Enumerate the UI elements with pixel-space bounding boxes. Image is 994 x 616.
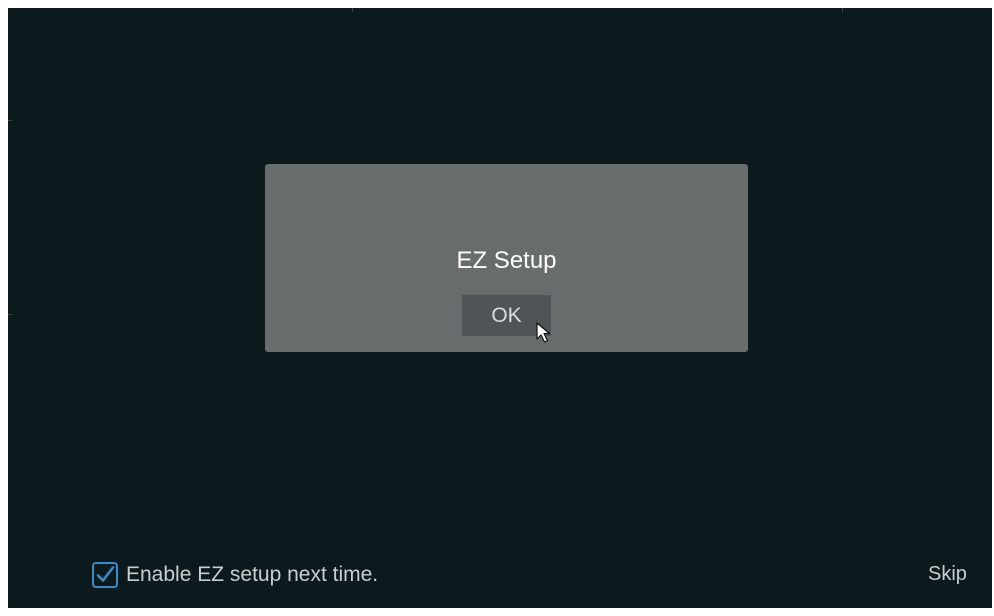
dialog-title: EZ Setup bbox=[456, 247, 557, 274]
skip-button[interactable]: Skip bbox=[928, 562, 967, 586]
ez-setup-dialog: EZ Setup OK bbox=[265, 164, 748, 352]
enable-ez-setup-option[interactable]: Enable EZ setup next time. bbox=[92, 560, 378, 590]
setup-screen: EZ Setup OK Enable EZ setup next time. S… bbox=[8, 8, 992, 608]
mouse-pointer-icon bbox=[536, 322, 551, 343]
enable-ez-setup-label: Enable EZ setup next time. bbox=[126, 563, 379, 586]
edge-tick-top-left bbox=[352, 8, 353, 12]
enable-ez-setup-checkbox[interactable] bbox=[92, 562, 118, 588]
window-frame: EZ Setup OK Enable EZ setup next time. S… bbox=[0, 0, 994, 616]
checkmark-icon bbox=[96, 566, 115, 582]
edge-tick-top-right bbox=[842, 8, 843, 12]
edge-tick-left-upper bbox=[8, 120, 12, 121]
edge-tick-left-lower bbox=[8, 314, 12, 315]
